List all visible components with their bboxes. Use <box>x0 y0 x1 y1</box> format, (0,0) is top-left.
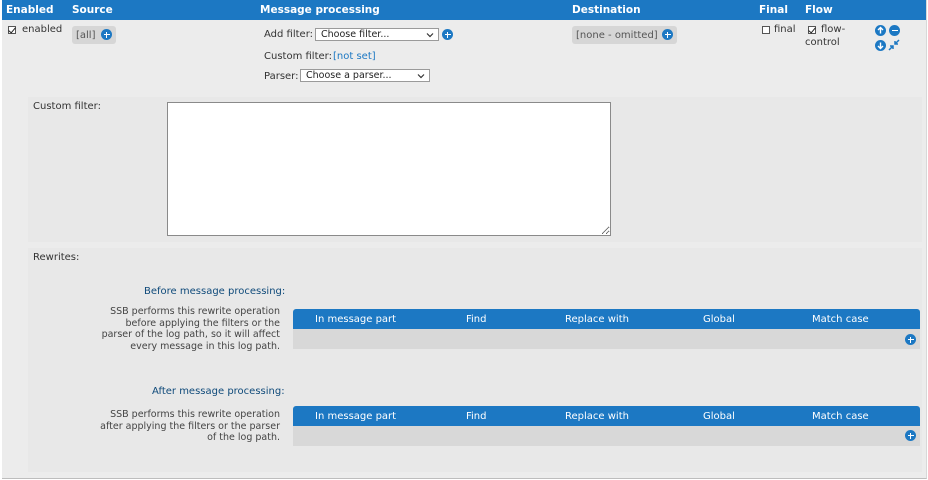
before-rewrite-table-header: In message part Find Replace with Global… <box>293 309 920 329</box>
after-processing-description: SSB performs this rewrite operation afte… <box>80 409 280 444</box>
after-processing-title: After message processing: <box>152 386 285 397</box>
custom-filter-textarea[interactable] <box>167 102 611 236</box>
parser-select-value: Choose a parser... <box>306 70 392 81</box>
table-header: Enabled Source Message processing Destin… <box>2 0 926 20</box>
description-line: after applying the filters or the parser <box>100 420 280 432</box>
add-filter-select[interactable]: Choose filter... <box>315 28 439 41</box>
chevron-down-icon <box>426 33 434 38</box>
before-rewrite-table-body <box>293 329 920 349</box>
chevron-down-icon <box>417 74 425 79</box>
add-before-rewrite-icon[interactable] <box>905 334 916 345</box>
enabled-label: enabled <box>22 24 63 35</box>
column-replace-with: Replace with <box>565 314 629 325</box>
column-global: Global <box>703 314 735 325</box>
before-processing-title: Before message processing: <box>144 286 286 297</box>
description-line: SSB performs this rewrite operation <box>110 306 280 317</box>
custom-filter-label: Custom filter: <box>264 51 332 62</box>
enabled-checkbox[interactable] <box>8 26 16 34</box>
description-line: before applying the filters or the <box>125 317 280 329</box>
header-enabled: Enabled <box>6 4 54 16</box>
add-filter-icon[interactable] <box>442 29 453 40</box>
destination-value: [none - omitted] <box>576 30 658 41</box>
before-processing-description: SSB performs this rewrite operation befo… <box>80 306 280 352</box>
add-after-rewrite-icon[interactable] <box>905 430 916 441</box>
column-match-case: Match case <box>812 314 869 325</box>
header-flow: Flow <box>805 4 833 16</box>
add-filter-select-value: Choose filter... <box>321 29 390 40</box>
column-match-case: Match case <box>812 411 869 422</box>
rewrites-label: Rewrites: <box>33 252 80 263</box>
flow-control-label-line1: flow- <box>821 24 846 35</box>
description-line: of the log path. <box>207 432 280 443</box>
column-replace-with: Replace with <box>565 411 629 422</box>
flow-control-checkbox[interactable] <box>808 26 816 34</box>
description-line: every message in this log path. <box>130 340 280 352</box>
after-rewrite-table-body <box>293 426 920 446</box>
header-final: Final <box>759 4 788 16</box>
header-message-processing: Message processing <box>260 4 380 16</box>
custom-filter-link[interactable]: [not set] <box>333 51 376 62</box>
remove-icon[interactable] <box>889 25 900 36</box>
flow-control-label-line2: control <box>805 37 840 48</box>
collapse-icon[interactable] <box>888 39 900 51</box>
parser-select[interactable]: Choose a parser... <box>300 69 430 82</box>
column-find: Find <box>466 411 487 422</box>
add-filter-label: Add filter: <box>264 29 313 40</box>
column-in-message-part: In message part <box>315 314 397 325</box>
source-value: [all] <box>76 30 96 41</box>
move-up-icon[interactable] <box>875 25 886 36</box>
header-destination: Destination <box>572 4 641 16</box>
custom-filter-panel-label: Custom filter: <box>33 101 101 112</box>
description-line: SSB performs this rewrite operation <box>110 409 280 420</box>
add-destination-icon[interactable] <box>662 29 673 40</box>
column-find: Find <box>466 314 487 325</box>
move-down-icon[interactable] <box>875 40 886 51</box>
column-in-message-part: In message part <box>315 411 397 422</box>
column-global: Global <box>703 411 735 422</box>
final-label: final <box>774 24 796 35</box>
parser-label: Parser: <box>264 71 299 82</box>
final-checkbox[interactable] <box>762 26 770 34</box>
header-source: Source <box>72 4 113 16</box>
after-rewrite-table-header: In message part Find Replace with Global… <box>293 406 920 426</box>
add-source-icon[interactable] <box>101 29 112 40</box>
description-line: parser of the log path, so it will affec… <box>101 329 280 340</box>
